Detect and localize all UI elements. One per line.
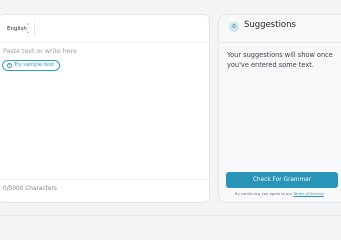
suggestions-empty-message: Your suggestions will show once you've e…	[227, 51, 333, 69]
agreement-prefix: By continuing you agree to our	[235, 192, 293, 196]
language-label: English	[7, 26, 27, 32]
editor-footer: 0/5000 Characters	[0, 179, 209, 202]
suggestions-header: 0 Suggestions	[219, 15, 341, 43]
top-bar-spacer	[0, 0, 341, 14]
terms-of-service-link[interactable]: Terms of Service	[293, 192, 323, 196]
editor-placeholder: Paste text or write here	[3, 48, 77, 55]
try-sample-text-button[interactable]: • Try sample text	[2, 60, 61, 71]
language-select[interactable]: English ⌃ ⌄	[3, 22, 35, 36]
suggestions-title: Suggestions	[244, 20, 296, 30]
check-for-grammar-button[interactable]: Check For Grammar	[226, 172, 338, 188]
sample-text-icon: •	[7, 63, 12, 68]
character-counter: 0/5000 Characters	[3, 186, 57, 192]
text-input-area[interactable]: Paste text or write here	[3, 48, 77, 55]
try-sample-text-label: Try sample text	[14, 62, 55, 68]
editor-toolbar: English ⌃ ⌄	[0, 15, 209, 43]
up-down-chevron-icon: ⌃ ⌄	[25, 23, 30, 35]
text-editor-panel: English ⌃ ⌄ Paste text or write here • Tr…	[0, 14, 210, 203]
bottom-bar-spacer	[0, 215, 341, 221]
terms-agreement-text: By continuing you agree to our Terms of …	[235, 192, 324, 196]
suggestions-panel: 0 Suggestions Your suggestions will show…	[218, 14, 341, 203]
suggestions-count-badge: 0	[229, 22, 239, 32]
